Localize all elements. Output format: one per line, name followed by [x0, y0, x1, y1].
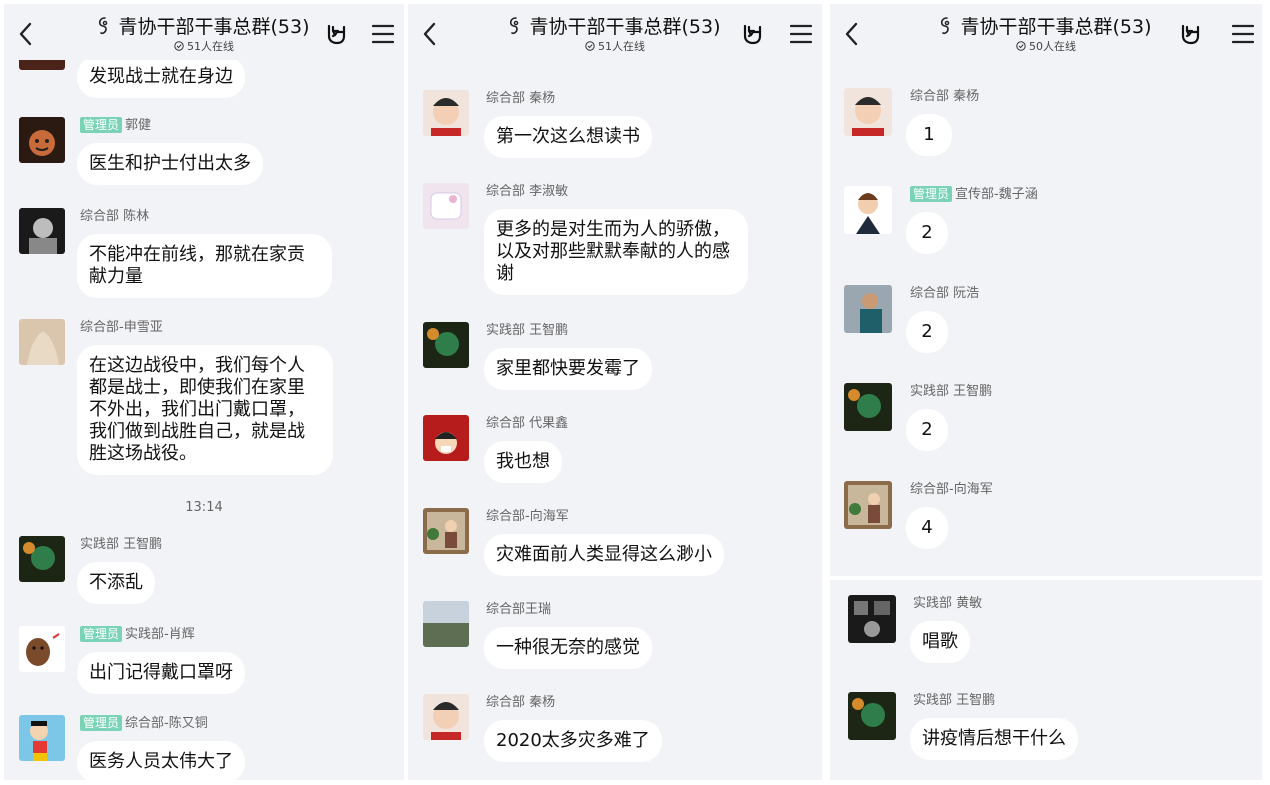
- message-bubble[interactable]: 2020太多灾多难了: [484, 720, 662, 762]
- sender-name: 实践部 王智鹏: [486, 323, 569, 338]
- avatar[interactable]: [19, 60, 65, 70]
- avatar[interactable]: [844, 285, 892, 333]
- message-bubble[interactable]: 更多的是对生而为人的骄傲，以及对那些默默奉献的人的感谢: [484, 209, 748, 295]
- sender-name-text: 实践部-肖辉: [125, 627, 195, 642]
- group-title-text: 青协干部干事总群(53): [118, 16, 310, 38]
- avatar[interactable]: [19, 319, 65, 365]
- message-bubble[interactable]: 2: [906, 212, 948, 254]
- online-count-text: 51人在线: [187, 40, 234, 53]
- admin-badge: 管理员: [80, 715, 123, 731]
- online-count-text: 50人在线: [1029, 40, 1076, 53]
- chat-header: 青协干部干事总群(53) 51人在线: [408, 4, 822, 60]
- chat-screen-3: 青协干部干事总群(53) 50人在线 综合部 秦杨 1 管理员 宣传部-魏子涵 2…: [830, 4, 1262, 780]
- message-bubble[interactable]: 灾难面前人类显得这么渺小: [484, 534, 724, 576]
- sender-name-text: 宣传部-魏子涵: [955, 187, 1038, 202]
- chat-screen-1: 青协干部干事总群(53) 51人在线 发现战士就在身边 管理员 郭健 医生和护士付…: [4, 4, 404, 780]
- avatar[interactable]: [423, 322, 469, 368]
- rock-hand-icon[interactable]: [1178, 22, 1202, 46]
- admin-badge: 管理员: [80, 117, 123, 133]
- avatar[interactable]: [848, 595, 896, 643]
- message-bubble[interactable]: 2: [906, 409, 948, 451]
- message-list: 综合部 秦杨 1 管理员 宣传部-魏子涵 2 综合部 阮浩 2 实践部 王智鹏 2: [830, 60, 1262, 780]
- avatar[interactable]: [844, 88, 892, 136]
- sender-name: 综合部 秦杨: [486, 91, 556, 106]
- chat-header: 青协干部干事总群(53) 51人在线: [4, 4, 404, 60]
- avatar[interactable]: [19, 715, 65, 761]
- chat-screen-2: 青协干部干事总群(53) 51人在线 综合部 秦杨 第一次这么想读书 综合部 李…: [408, 4, 822, 780]
- sender-name: 综合部-向海军: [486, 509, 569, 524]
- hamburger-menu-icon[interactable]: [790, 24, 812, 44]
- rock-hand-icon[interactable]: [324, 22, 348, 46]
- message-bubble[interactable]: 唱歌: [910, 621, 970, 663]
- message-bubble[interactable]: 出门记得戴口罩呀: [77, 652, 245, 694]
- avatar[interactable]: [19, 536, 65, 582]
- avatar[interactable]: [423, 508, 469, 554]
- message-bubble[interactable]: 家里都快要发霉了: [484, 348, 652, 390]
- sender-name: 管理员 宣传部-魏子涵: [910, 186, 1038, 203]
- message-bubble[interactable]: 在这边战役中，我们每个人都是战士，即使我们在家里不外出，我们出门戴口罩，我们做到…: [77, 345, 333, 475]
- chat-group-icon: [940, 17, 954, 35]
- avatar[interactable]: [19, 117, 65, 163]
- admin-badge: 管理员: [80, 626, 123, 642]
- chat-header: 青协干部干事总群(53) 50人在线: [830, 4, 1262, 60]
- avatar[interactable]: [423, 601, 469, 647]
- avatar[interactable]: [844, 186, 892, 234]
- message-bubble[interactable]: 4: [906, 507, 948, 549]
- avatar[interactable]: [423, 183, 469, 229]
- rock-hand-icon[interactable]: [740, 22, 764, 46]
- sender-name: 综合部-向海军: [910, 482, 993, 497]
- sender-name: 综合部 阮浩: [910, 286, 980, 301]
- message-bubble[interactable]: 医生和护士付出太多: [77, 143, 263, 185]
- hamburger-menu-icon[interactable]: [1232, 24, 1254, 44]
- sender-name: 管理员 郭健: [80, 117, 151, 134]
- message-list: 发现战士就在身边 管理员 郭健 医生和护士付出太多 综合部 陈林 不能冲在前线，那…: [4, 60, 404, 780]
- avatar[interactable]: [423, 415, 469, 461]
- sender-name: 实践部 王智鹏: [80, 537, 163, 552]
- group-title-text: 青协干部干事总群(53): [960, 16, 1152, 38]
- online-count-text: 51人在线: [598, 40, 645, 53]
- sender-name: 实践部 黄敏: [913, 596, 983, 611]
- screenshot-divider: [830, 576, 1262, 580]
- avatar[interactable]: [844, 481, 892, 529]
- sender-name-text: 综合部-陈又铜: [125, 716, 208, 731]
- check-circle-icon: [585, 41, 595, 51]
- admin-badge: 管理员: [910, 186, 953, 202]
- check-circle-icon: [174, 41, 184, 51]
- check-circle-icon: [1016, 41, 1026, 51]
- message-bubble[interactable]: 一种很无奈的感觉: [484, 627, 652, 669]
- sender-name-text: 郭健: [125, 118, 152, 133]
- sender-name: 综合部 秦杨: [910, 89, 980, 104]
- avatar[interactable]: [19, 626, 65, 672]
- message-bubble[interactable]: 发现战士就在身边: [77, 60, 245, 98]
- avatar[interactable]: [848, 692, 896, 740]
- sender-name: 综合部 陈林: [80, 209, 150, 224]
- sender-name: 实践部 王智鹏: [913, 693, 996, 708]
- message-bubble[interactable]: 1: [906, 114, 952, 156]
- message-bubble[interactable]: 我也想: [484, 441, 562, 483]
- timestamp: 13:14: [185, 500, 223, 515]
- message-bubble[interactable]: 不能冲在前线，那就在家贡献力量: [77, 234, 332, 298]
- group-title-text: 青协干部干事总群(53): [529, 16, 721, 38]
- chat-group-icon: [98, 17, 112, 35]
- sender-name: 管理员 实践部-肖辉: [80, 626, 195, 643]
- sender-name: 综合部 李淑敏: [486, 184, 569, 199]
- sender-name: 综合部王瑞: [486, 602, 552, 617]
- message-list: 综合部 秦杨 第一次这么想读书 综合部 李淑敏 更多的是对生而为人的骄傲，以及对…: [408, 60, 822, 780]
- message-bubble[interactable]: 第一次这么想读书: [484, 116, 652, 158]
- sender-name: 管理员 综合部-陈又铜: [80, 715, 208, 732]
- avatar[interactable]: [423, 694, 469, 740]
- avatar[interactable]: [19, 208, 65, 254]
- message-bubble[interactable]: 不添乱: [77, 562, 155, 604]
- sender-name: 综合部 秦杨: [486, 695, 556, 710]
- hamburger-menu-icon[interactable]: [372, 24, 394, 44]
- sender-name: 综合部-申雪亚: [80, 320, 163, 335]
- avatar[interactable]: [844, 383, 892, 431]
- message-bubble[interactable]: 讲疫情后想干什么: [910, 718, 1078, 760]
- chat-group-icon: [509, 17, 523, 35]
- sender-name: 实践部 王智鹏: [910, 384, 993, 399]
- sender-name: 综合部 代果鑫: [486, 416, 569, 431]
- message-bubble[interactable]: 2: [906, 311, 948, 353]
- avatar[interactable]: [423, 90, 469, 136]
- message-bubble[interactable]: 医务人员太伟大了: [77, 741, 245, 780]
